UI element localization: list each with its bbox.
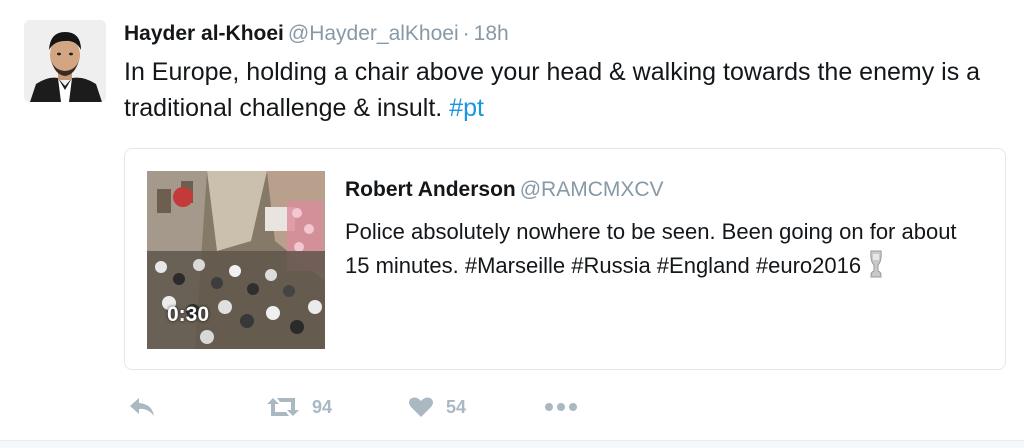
trophy-icon — [869, 249, 883, 289]
more-button[interactable] — [544, 392, 578, 422]
reply-button[interactable] — [128, 392, 156, 422]
tweet-header: Hayder al-Khoei @Hayder_alKhoei · 18h — [124, 20, 509, 48]
like-count: 54 — [446, 396, 467, 417]
quoted-tweet-card[interactable]: 0:30 Robert Anderson @RAMCMXCV Police abs… — [124, 148, 1006, 370]
separator-dot: · — [462, 22, 470, 45]
quoted-video-thumbnail[interactable]: 0:30 — [147, 171, 325, 349]
author-name[interactable]: Hayder al-Khoei — [124, 22, 284, 45]
quoted-author-name[interactable]: Robert Anderson — [345, 178, 516, 201]
tweet[interactable]: Hayder al-Khoei @Hayder_alKhoei · 18h In Eu… — [0, 0, 1024, 440]
avatar[interactable] — [24, 20, 106, 102]
tweet-text: In Europe, holding a chair above your he… — [124, 54, 984, 126]
heart-icon — [409, 397, 433, 417]
video-duration: 0:30 — [167, 303, 210, 326]
like-button[interactable]: 54 — [408, 392, 466, 422]
quoted-author-handle[interactable]: @RAMCMXCV — [520, 178, 664, 201]
timestamp[interactable]: 18h — [474, 22, 509, 45]
retweet-count: 94 — [312, 396, 333, 417]
avatar-image — [24, 20, 106, 102]
hashtag-link[interactable]: #pt — [449, 94, 484, 122]
author-handle[interactable]: @Hayder_alKhoei — [288, 22, 459, 45]
more-icon — [545, 403, 577, 411]
timeline-divider — [0, 440, 1024, 448]
quoted-tweet-text: Police absolutely nowhere to be seen. Be… — [345, 215, 985, 289]
tweet-body: In Europe, holding a chair above your he… — [124, 58, 981, 122]
reply-icon — [130, 398, 154, 416]
retweet-button[interactable]: 94 — [266, 392, 332, 422]
retweet-icon — [267, 398, 299, 416]
quoted-tweet-header: Robert Anderson @RAMCMXCV — [345, 177, 664, 203]
quoted-body: Police absolutely nowhere to be seen. Be… — [345, 219, 957, 278]
